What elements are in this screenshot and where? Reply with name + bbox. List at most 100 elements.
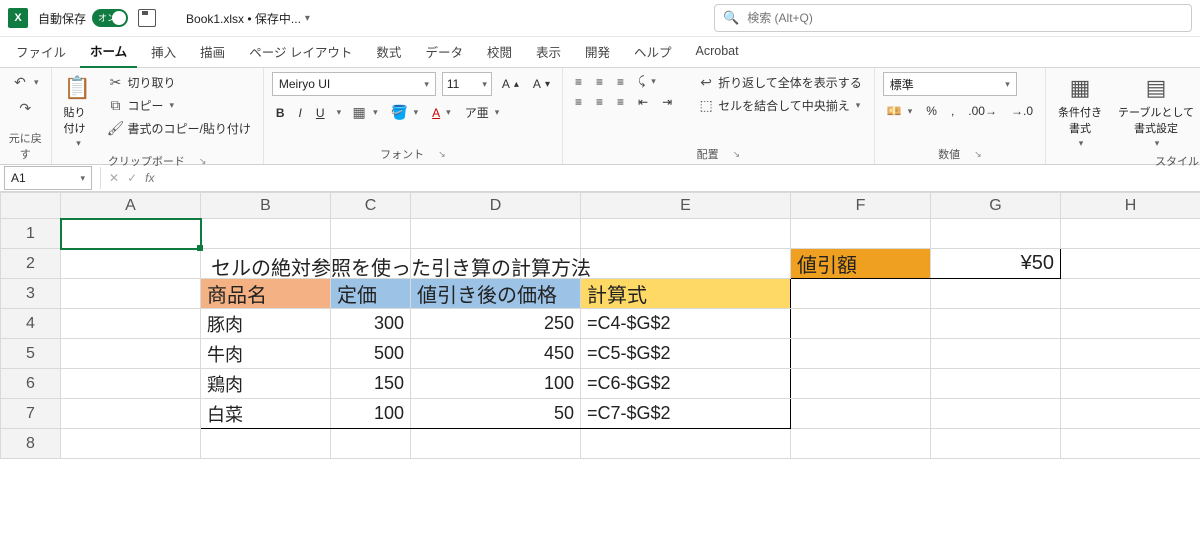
cell[interactable]: =C4-$G$2 — [581, 309, 791, 339]
tab-review[interactable]: 校閲 — [477, 38, 522, 67]
cell[interactable] — [791, 309, 931, 339]
cell[interactable]: 100 — [331, 399, 411, 429]
underline-button[interactable]: U — [312, 104, 329, 122]
col-header[interactable]: F — [791, 193, 931, 219]
align-bottom-button[interactable]: ≡ — [613, 73, 628, 91]
cell[interactable]: =C6-$G$2 — [581, 369, 791, 399]
cell[interactable] — [581, 219, 791, 249]
cell[interactable] — [1061, 309, 1200, 339]
align-middle-button[interactable]: ≡ — [592, 73, 607, 91]
name-box[interactable]: A1▾ — [4, 166, 92, 190]
cell[interactable] — [61, 309, 201, 339]
cell[interactable]: 商品名 — [201, 279, 331, 309]
cell[interactable]: 500 — [331, 339, 411, 369]
tab-developer[interactable]: 開発 — [575, 38, 620, 67]
cell[interactable] — [201, 219, 331, 249]
autosave-toggle[interactable]: 自動保存 オン — [38, 9, 128, 27]
search-box[interactable]: 🔍 — [714, 4, 1192, 32]
col-header[interactable]: E — [581, 193, 791, 219]
tab-pagelayout[interactable]: ページ レイアウト — [239, 38, 362, 67]
format-as-table-button[interactable]: ▤ テーブルとして 書式設定▾ — [1114, 72, 1198, 151]
col-header[interactable]: A — [61, 193, 201, 219]
row-header[interactable]: 4 — [1, 309, 61, 339]
dialog-launcher-icon[interactable]: ↘ — [438, 149, 446, 160]
row-header[interactable]: 6 — [1, 369, 61, 399]
cell[interactable] — [61, 399, 201, 429]
cell[interactable] — [1061, 279, 1200, 309]
cell[interactable]: セルの絶対参照を使った引き算の計算方法 — [201, 249, 331, 279]
row-header[interactable]: 1 — [1, 219, 61, 249]
select-all-corner[interactable] — [1, 193, 61, 219]
cell[interactable] — [411, 429, 581, 459]
dec-indent-button[interactable]: ⇤ — [634, 93, 652, 111]
cell[interactable] — [931, 429, 1061, 459]
cell[interactable] — [61, 279, 201, 309]
font-color-button[interactable]: A▾ — [428, 104, 455, 122]
formula-input[interactable] — [158, 167, 1200, 189]
row-header[interactable]: 3 — [1, 279, 61, 309]
cell[interactable]: =C5-$G$2 — [581, 339, 791, 369]
cell[interactable] — [61, 369, 201, 399]
cell[interactable] — [61, 219, 201, 249]
tab-draw[interactable]: 描画 — [190, 38, 235, 67]
number-format-select[interactable]: 標準▾ — [883, 72, 1017, 96]
cell[interactable]: 定価 — [331, 279, 411, 309]
row-header[interactable]: 5 — [1, 339, 61, 369]
cell[interactable]: =C7-$G$2 — [581, 399, 791, 429]
col-header[interactable]: B — [201, 193, 331, 219]
conditional-formatting-button[interactable]: ▦ 条件付き 書式▾ — [1054, 72, 1106, 151]
cell[interactable] — [61, 249, 201, 279]
row-header[interactable]: 8 — [1, 429, 61, 459]
undo-button[interactable]: ↶▾ — [8, 72, 43, 92]
fx-icon[interactable]: fx — [141, 171, 158, 185]
decrease-decimal-button[interactable]: →.0 — [1007, 102, 1037, 120]
cell[interactable]: 値引額 — [791, 249, 931, 279]
cell[interactable] — [931, 399, 1061, 429]
worksheet[interactable]: A B C D E F G H 1 2 セルの絶対参照を使った引き算の計算方法 … — [0, 192, 1200, 459]
search-input[interactable] — [745, 10, 1183, 26]
cell[interactable]: 鶏肉 — [201, 369, 331, 399]
align-right-button[interactable]: ≡ — [613, 93, 628, 111]
borders-button[interactable]: ▦▾ — [347, 103, 382, 123]
row-header[interactable]: 7 — [1, 399, 61, 429]
increase-decimal-button[interactable]: .00→ — [964, 102, 1001, 120]
cell[interactable]: 牛肉 — [201, 339, 331, 369]
tab-acrobat[interactable]: Acrobat — [686, 40, 749, 64]
align-center-button[interactable]: ≡ — [592, 93, 607, 111]
decrease-font-button[interactable]: A▾ — [529, 75, 554, 93]
orientation-button[interactable]: ⤹▾ — [634, 72, 660, 91]
toggle-on-icon[interactable]: オン — [92, 9, 128, 27]
save-icon[interactable] — [138, 9, 156, 27]
cell[interactable]: 50 — [411, 399, 581, 429]
cell[interactable] — [1061, 429, 1200, 459]
cell[interactable] — [61, 429, 201, 459]
tab-home[interactable]: ホーム — [80, 37, 137, 68]
cell[interactable] — [61, 339, 201, 369]
cell[interactable] — [931, 219, 1061, 249]
merge-center-button[interactable]: ⬚セルを結合して中央揃え▾ — [694, 95, 866, 116]
cell[interactable] — [791, 219, 931, 249]
cell[interactable] — [581, 249, 791, 279]
dialog-launcher-icon[interactable]: ↘ — [199, 156, 207, 167]
tab-view[interactable]: 表示 — [526, 38, 571, 67]
cell[interactable]: 100 — [411, 369, 581, 399]
format-painter-button[interactable]: 🖌書式のコピー/貼り付け — [104, 118, 255, 139]
font-size-select[interactable]: 11▾ — [442, 72, 492, 96]
cell[interactable] — [931, 279, 1061, 309]
paste-button[interactable]: 📋 貼り付け ▾ — [60, 72, 96, 151]
cell[interactable] — [201, 429, 331, 459]
redo-button[interactable]: ↷ — [13, 98, 37, 118]
cell[interactable] — [1061, 399, 1200, 429]
tab-help[interactable]: ヘルプ — [624, 38, 682, 67]
cell[interactable] — [411, 249, 581, 279]
cell[interactable] — [1061, 369, 1200, 399]
increase-font-button[interactable]: A▴ — [498, 75, 523, 93]
cell[interactable] — [931, 309, 1061, 339]
row-header[interactable]: 2 — [1, 249, 61, 279]
cell[interactable] — [791, 279, 931, 309]
cell[interactable]: 450 — [411, 339, 581, 369]
cell[interactable] — [791, 399, 931, 429]
inc-indent-button[interactable]: ⇥ — [658, 93, 676, 111]
phonetic-button[interactable]: ア亜▾ — [461, 102, 504, 123]
cell[interactable] — [411, 219, 581, 249]
